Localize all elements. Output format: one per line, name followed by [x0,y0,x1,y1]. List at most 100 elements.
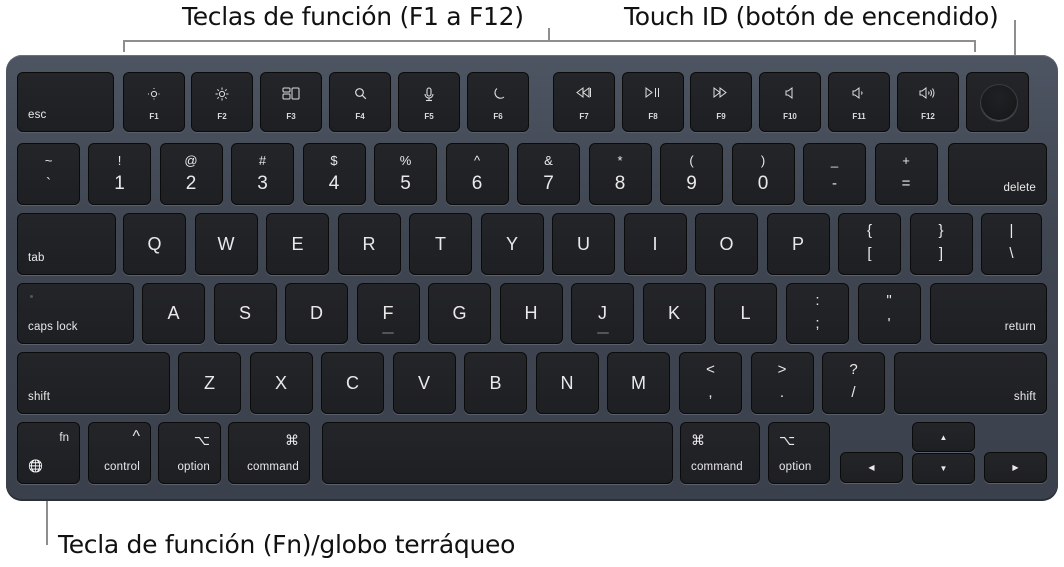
key-n[interactable]: N [535,352,599,414]
key-option-right[interactable]: ⌥ option [768,422,830,484]
key-shift-label: } [938,222,944,239]
key-e[interactable]: E [266,213,329,275]
key-y[interactable]: Y [480,213,544,275]
key-6[interactable]: ^ 6 [445,143,509,205]
key-9[interactable]: (9 [660,143,723,205]
key-slash[interactable]: ? / [822,352,885,414]
key-f10[interactable]: F10 [759,72,821,132]
key-o[interactable]: O [695,213,758,275]
key-tab[interactable]: tab [17,213,116,275]
key-a[interactable]: A [142,283,205,344]
key-k[interactable]: K [642,283,706,344]
key--[interactable]: _ - [803,143,866,205]
key-m[interactable]: M [607,352,670,414]
key-r[interactable]: R [337,213,401,275]
key-d[interactable]: D [285,283,348,344]
key-label: 9 [686,173,697,194]
key-shift-right[interactable]: shift [894,352,1047,414]
key-shift-label: ~ [44,153,53,168]
mute-icon [760,87,820,101]
key-g[interactable]: G [428,283,491,344]
key-delete[interactable]: delete [948,143,1047,205]
key-label: T [435,233,446,254]
key-period[interactable]: >. [750,352,814,414]
key-i[interactable]: I [623,213,687,275]
key-j[interactable]: J [571,283,634,344]
key-label: J [598,303,607,323]
key-8[interactable]: * 8 [588,143,652,205]
key-4[interactable]: $4 [302,143,366,205]
key-q[interactable]: Q [123,213,186,275]
key-f2[interactable]: F2 [191,72,253,132]
key-f9[interactable]: F9 [690,72,752,132]
key-1[interactable]: ! 1 [88,143,151,205]
key-u[interactable]: U [552,213,615,275]
key-space[interactable] [322,422,673,484]
key-arrow-right[interactable]: ▶ [984,452,1047,483]
key-3[interactable]: #3 [231,143,294,205]
key-z[interactable]: Z [178,352,241,414]
key-right-bracket[interactable]: }] [909,213,973,275]
key-comma[interactable]: <, [679,352,742,414]
fast-forward-icon [691,87,751,101]
key-7[interactable]: & 7 [517,143,580,205]
key-semicolon[interactable]: :; [786,283,849,344]
key-label: option [177,461,210,473]
key-f7[interactable]: F7 [553,72,615,132]
key-w[interactable]: W [194,213,258,275]
key-=[interactable]: + = [874,143,938,205]
key-f6[interactable]: F6 [467,72,529,132]
key-5[interactable]: % 5 [374,143,437,205]
key-label: command [691,461,743,473]
key-v[interactable]: V [392,352,456,414]
key-c[interactable]: C [321,352,384,414]
key-label: 2 [185,173,197,194]
key-backslash[interactable]: | \ [981,213,1042,275]
key-left-bracket[interactable]: {[ [838,213,901,275]
key-label: , [708,384,713,401]
key-f11[interactable]: F11 [828,72,890,132]
key-arrow-down[interactable]: ▼ [912,453,975,484]
key-option-left[interactable]: ⌥ option [158,422,221,484]
key-command-left[interactable]: ⌘ command [228,422,310,484]
key-label: M [631,372,646,393]
key-label: L [740,303,751,323]
key-f8[interactable]: F8 [622,72,684,132]
key-x[interactable]: X [249,352,313,414]
key-fn-globe[interactable]: fn 🌐 [17,422,80,484]
key-shift-label: ) [760,153,766,168]
key-label: - [832,175,837,192]
key-quote[interactable]: " ' [857,283,921,344]
key-s[interactable]: S [213,283,277,344]
key-f5[interactable]: F5 [398,72,460,132]
key-shift-label: % [399,153,412,168]
key-control[interactable]: ^ control [88,422,151,484]
key-h[interactable]: H [499,283,563,344]
key-arrow-up[interactable]: ▲ [912,422,975,452]
key-backtick[interactable]: ~ ` [17,143,80,205]
dictation-microphone-icon [399,87,459,102]
key-l[interactable]: L [714,283,777,344]
key-f[interactable]: F [356,283,420,344]
key-f4[interactable]: F4 [329,72,391,132]
key-label: F11 [852,112,866,121]
key-f3[interactable]: F3 [260,72,322,132]
key-caps-lock[interactable]: caps lock [17,283,134,344]
key-b[interactable]: B [464,352,527,414]
touch-id-button[interactable] [966,72,1029,132]
control-symbol-icon: ^ [132,428,140,445]
key-command-right[interactable]: ⌘ command [680,422,760,484]
key-shift-left[interactable]: shift [17,352,170,414]
key-2[interactable]: @2 [159,143,223,205]
key-0[interactable]: ) 0 [731,143,795,205]
key-esc[interactable]: esc [17,72,114,132]
key-return[interactable]: return [930,283,1047,344]
bracket-function-keys-leader [548,28,550,41]
key-arrow-left[interactable]: ◀ [840,452,903,483]
key-shift-label: @ [184,153,198,168]
bracket-function-keys-left [123,40,125,52]
key-f1[interactable]: F1 [123,72,185,132]
key-t[interactable]: T [409,213,472,275]
key-p[interactable]: P [766,213,830,275]
key-f12[interactable]: F12 [897,72,959,132]
